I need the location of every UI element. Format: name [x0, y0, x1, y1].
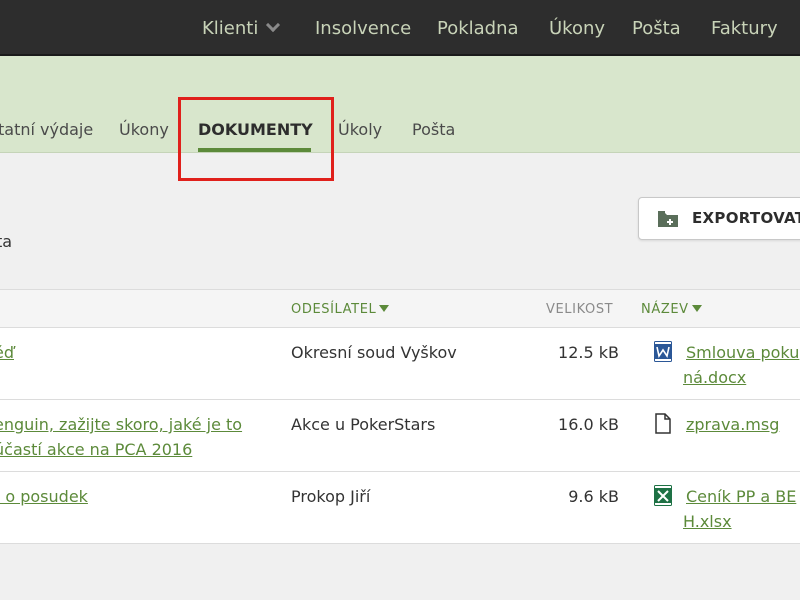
- message-file-icon: [655, 413, 671, 434]
- export-button[interactable]: EXPORTOVAT: [638, 197, 800, 240]
- tab-ostatni-vydaje[interactable]: tatní výdaje: [0, 120, 93, 139]
- sub-navigation: tatní výdaje Úkony DOKUMENTY Úkoly Pošta: [0, 56, 800, 153]
- page-background: [0, 544, 800, 600]
- chevron-down-icon: [266, 17, 281, 33]
- nav-item-label: Klienti: [202, 18, 259, 39]
- tab-ukoly[interactable]: Úkoly: [338, 120, 382, 139]
- nav-item-faktury[interactable]: Faktury: [711, 18, 778, 39]
- document-sender: Okresní soud Vyškov: [291, 343, 457, 362]
- document-filename-link[interactable]: Smlouva poku ná.docx: [683, 340, 800, 390]
- nav-item-ukony[interactable]: Úkony: [549, 18, 605, 39]
- nav-item-insolvence[interactable]: Insolvence: [315, 18, 411, 39]
- sort-down-icon: [379, 305, 390, 312]
- document-size: 12.5 kB: [558, 343, 619, 362]
- table-row: ěď Okresní soud Vyškov 12.5 kB Smlouva p…: [0, 328, 800, 400]
- nav-item-posta[interactable]: Pošta: [632, 18, 681, 39]
- tab-posta[interactable]: Pošta: [412, 120, 455, 139]
- document-sender: Prokop Jiří: [291, 487, 371, 506]
- highlight-annotation: [178, 97, 334, 181]
- column-header-size: VELIKOST: [546, 302, 614, 317]
- column-header-label: NÁZEV: [641, 302, 689, 317]
- document-subject-link[interactable]: t o posudek: [0, 484, 274, 509]
- word-doc-icon: [654, 341, 672, 362]
- export-button-label: EXPORTOVAT: [692, 209, 800, 227]
- sort-down-icon: [691, 305, 702, 312]
- filter-text-fragment: ta: [0, 232, 13, 251]
- folder-add-icon: [658, 211, 678, 227]
- document-filename-link[interactable]: Ceník PP a BE H.xlsx: [683, 484, 800, 534]
- document-size: 9.6 kB: [568, 487, 619, 506]
- table-header: ODESÍLATEL VELIKOST NÁZEV: [0, 290, 800, 328]
- excel-sheet-icon: [654, 485, 672, 506]
- column-header-label: ODESÍLATEL: [291, 302, 377, 317]
- column-header-name[interactable]: NÁZEV: [641, 302, 702, 317]
- top-navigation: Klienti Insolvence Pokladna Úkony Pošta …: [0, 0, 800, 56]
- tab-ukony[interactable]: Úkony: [119, 120, 169, 139]
- document-subject-link[interactable]: enguin, zažijte skoro, jaké je to účastí…: [0, 412, 274, 462]
- documents-table: ODESÍLATEL VELIKOST NÁZEV ěď Okresní sou…: [0, 289, 800, 544]
- table-row: enguin, zažijte skoro, jaké je to účastí…: [0, 400, 800, 472]
- document-filename-link[interactable]: zprava.msg: [683, 412, 800, 437]
- table-row: t o posudek Prokop Jiří 9.6 kB Ceník PP …: [0, 472, 800, 544]
- document-sender: Akce u PokerStars: [291, 415, 436, 434]
- column-header-sender[interactable]: ODESÍLATEL: [291, 302, 390, 317]
- document-subject-link[interactable]: ěď: [0, 340, 274, 365]
- nav-item-pokladna[interactable]: Pokladna: [437, 18, 519, 39]
- document-size: 16.0 kB: [558, 415, 619, 434]
- nav-item-klienti[interactable]: Klienti: [202, 17, 281, 39]
